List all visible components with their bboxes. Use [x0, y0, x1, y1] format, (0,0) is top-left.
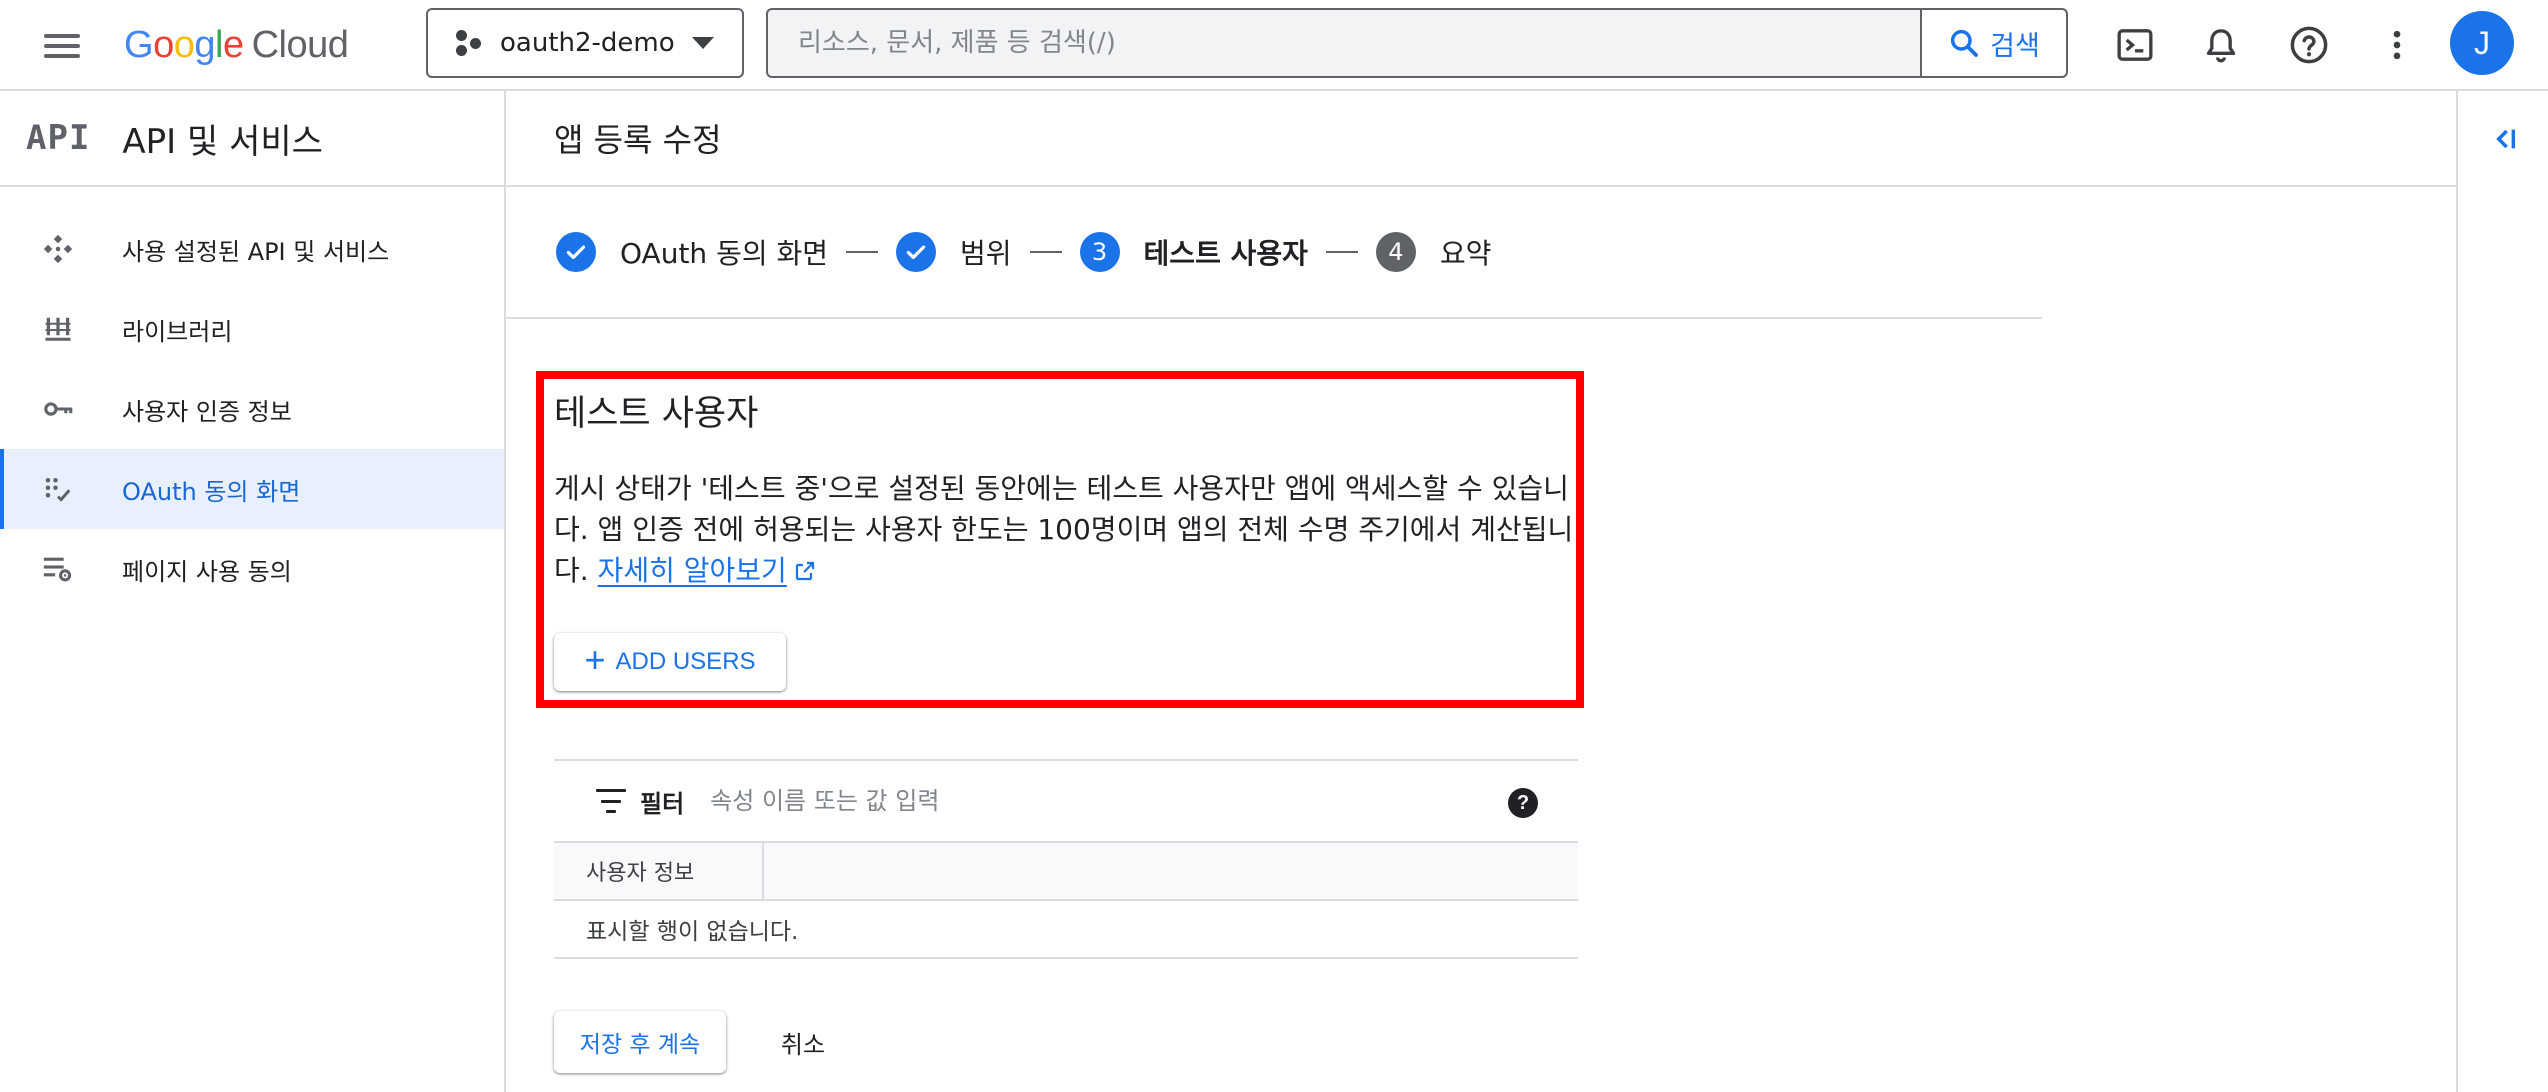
check-circle-icon: [556, 232, 596, 272]
project-name: oauth2-demo: [500, 28, 675, 58]
consent-grid-icon: [38, 469, 78, 509]
expand-panel-button[interactable]: [2484, 119, 2524, 159]
terminal-icon: [2117, 29, 2153, 61]
step-label: 요약: [1439, 237, 1492, 270]
nav-title: API 및 서비스: [122, 121, 323, 162]
open-in-new-icon: [795, 561, 814, 581]
left-navigation: API API 및 서비스 사용 설정된 API 및 서비스 라이브러리 사용자…: [0, 91, 506, 1092]
sidebar-item-label: 라이브러리: [122, 317, 233, 346]
page-title: 앱 등록 수정: [554, 121, 722, 159]
step-divider: [1325, 251, 1358, 253]
learn-more-link-label: 자세히 알아보기: [597, 554, 787, 587]
help-icon: [2290, 26, 2328, 64]
step-summary: 4 요약: [1375, 232, 1492, 272]
bell-icon: [2206, 29, 2236, 63]
sidebar-item-label: OAuth 동의 화면: [122, 477, 301, 506]
filter-input[interactable]: [710, 787, 1471, 815]
step-number: 4: [1375, 232, 1416, 272]
project-picker[interactable]: oauth2-demo: [426, 8, 744, 78]
notifications-button[interactable]: [2196, 20, 2246, 70]
step-test-users: 3 테스트 사용자: [1079, 232, 1308, 272]
check-circle-icon: [896, 232, 937, 272]
key-icon: [38, 389, 78, 429]
section-title: 테스트 사용자: [554, 394, 759, 434]
search-icon: [1951, 29, 1979, 57]
filter-icon[interactable]: [596, 789, 626, 813]
stepper: OAuth 동의 화면 범위 3 테스트 사용자 4 요약: [506, 187, 2042, 319]
nav-header: API API 및 서비스: [0, 91, 504, 187]
table-filter-bar: 필터 ?: [554, 759, 1578, 843]
panel-collapse-icon: [2496, 129, 2516, 149]
sidebar-item-label: 사용자 인증 정보: [122, 397, 292, 426]
more-vert-icon: [2393, 30, 2401, 60]
step-divider: [846, 251, 879, 253]
sidebar-item-library[interactable]: 라이브러리: [0, 289, 504, 369]
project-hierarchy-icon: [454, 28, 484, 58]
settings-list-icon: [38, 549, 78, 589]
plus-icon: +: [584, 639, 606, 680]
sidebar-item-label: 사용 설정된 API 및 서비스: [122, 237, 390, 266]
filter-label: 필터: [640, 789, 685, 818]
step-oauth-consent-screen[interactable]: OAuth 동의 화면: [556, 232, 828, 272]
step-scopes[interactable]: 범위: [896, 232, 1012, 272]
add-users-button[interactable]: + ADD USERS: [554, 633, 786, 691]
step-label: 테스트 사용자: [1143, 237, 1308, 270]
column-header-user-info[interactable]: 사용자 정보: [554, 843, 764, 899]
sidebar-item-credentials[interactable]: 사용자 인증 정보: [0, 369, 504, 449]
chevron-down-icon: [692, 37, 714, 49]
sidebar-item-page-usage-agreements[interactable]: 페이지 사용 동의: [0, 529, 504, 609]
google-cloud-logo[interactable]: Google Cloud: [124, 18, 349, 72]
api-logo: API: [26, 118, 91, 158]
search-button-label: 검색: [1990, 30, 2040, 62]
sidebar-item-oauth-consent-screen[interactable]: OAuth 동의 화면: [0, 449, 504, 529]
more-options-button[interactable]: [2372, 20, 2422, 70]
sidebar-item-label: 페이지 사용 동의: [122, 557, 292, 586]
help-button[interactable]: [2284, 20, 2334, 70]
table-empty-row: 표시할 행이 없습니다.: [554, 901, 1578, 959]
right-side-panel: [2456, 91, 2548, 1092]
search-bar: 검색: [766, 8, 2068, 78]
top-app-bar: GoogleCloud oauth2-demo 검색 J: [0, 0, 2548, 91]
main-menu-icon[interactable]: [40, 28, 84, 64]
test-users-table: 필터 ? 사용자 정보 표시할 행이 없습니다.: [554, 759, 1578, 959]
learn-more-link[interactable]: 자세히 알아보기: [598, 554, 817, 587]
step-label: 범위: [960, 237, 1012, 270]
save-and-continue-button[interactable]: 저장 후 계속: [554, 1011, 726, 1073]
sidebar-item-enabled-apis[interactable]: 사용 설정된 API 및 서비스: [0, 209, 504, 289]
main-content: 앱 등록 수정 OAuth 동의 화면 범위 3 테스트 사용자 4 요약 테스…: [506, 91, 2456, 1092]
library-icon: [38, 309, 78, 349]
step-divider: [1029, 251, 1062, 253]
page-header: 앱 등록 수정: [506, 91, 2456, 187]
step-label: OAuth 동의 화면: [620, 237, 829, 270]
cancel-button[interactable]: 취소: [756, 1011, 850, 1073]
search-input[interactable]: [768, 10, 1920, 76]
api-diamond-icon: [38, 229, 78, 269]
cloud-shell-terminal-button[interactable]: [2110, 20, 2160, 70]
step-number: 3: [1079, 232, 1120, 272]
filter-help-icon[interactable]: ?: [1508, 788, 1538, 818]
table-header-row: 사용자 정보: [554, 843, 1578, 901]
section-description: 게시 상태가 '테스트 중'으로 설정된 동안에는 테스트 사용자만 앱에 액세…: [554, 468, 1574, 591]
search-button[interactable]: 검색: [1920, 10, 2066, 76]
nav-list: 사용 설정된 API 및 서비스 라이브러리 사용자 인증 정보 OAuth 동…: [0, 187, 504, 609]
account-avatar[interactable]: J: [2450, 11, 2514, 75]
add-users-label: ADD USERS: [615, 648, 756, 675]
